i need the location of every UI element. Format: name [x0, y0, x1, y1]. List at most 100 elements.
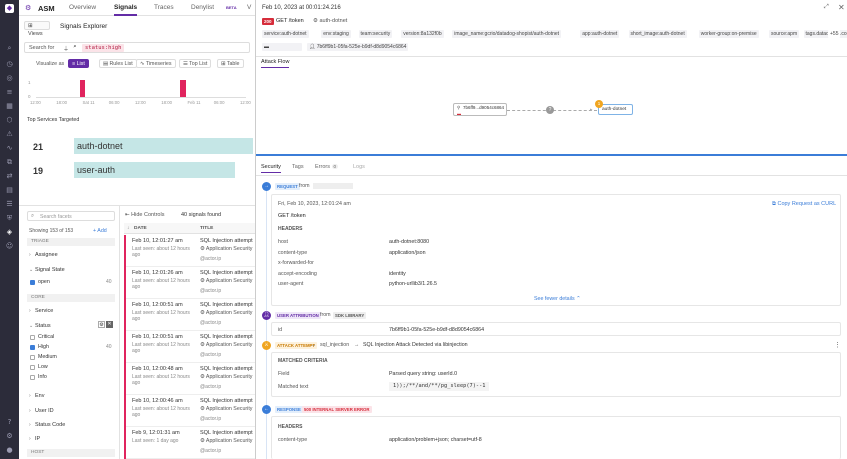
chevron-down-icon[interactable]: ⌄ — [29, 323, 33, 329]
facet-settings-icon[interactable]: ⚙ — [98, 321, 105, 328]
chevron-right-icon[interactable]: › — [29, 436, 31, 442]
tag-chip[interactable]: short_image:auth-dotnet — [628, 30, 687, 38]
filter-icon[interactable]: ⏚ — [63, 44, 69, 53]
tag-chip[interactable]: version:8a132f0b — [401, 30, 444, 38]
viz-toplist-button[interactable]: ☰ Top List — [179, 59, 212, 68]
close-icon[interactable]: ✕ — [838, 3, 845, 12]
facet-assignee[interactable]: Assignee — [35, 252, 58, 258]
copy-curl-button[interactable]: ⧉ Copy Request as CURL — [772, 201, 836, 208]
chevron-right-icon[interactable]: › — [29, 393, 31, 399]
service-badge[interactable]: ⚙ auth-dotnet — [313, 18, 347, 24]
col-date[interactable]: DATE — [134, 226, 147, 231]
tab-tags[interactable]: Tags — [292, 164, 304, 170]
hide-controls-button[interactable]: ⇤ Hide Controls — [125, 212, 164, 218]
panel-resize-handle[interactable] — [256, 154, 847, 156]
flow-node-attacker[interactable]: ⚲ 7b6ff9...d9054c6864 ▬ — [453, 103, 507, 116]
tab-denylist[interactable]: Denylist — [191, 4, 214, 11]
tab-security[interactable]: Security — [261, 164, 281, 173]
asm-icon[interactable]: ◈ — [5, 228, 14, 237]
ux-monitoring-icon[interactable]: ☺ — [5, 242, 14, 251]
team-icon[interactable]: ⚙ — [5, 432, 14, 441]
tab-attack-flow[interactable]: Attack Flow — [261, 59, 290, 68]
datadog-logo-icon[interactable]: ◆ — [5, 4, 14, 13]
flow-node-service[interactable]: auth-dotnet — [598, 104, 633, 115]
open-checkbox[interactable] — [30, 280, 35, 285]
chevron-right-icon[interactable]: › — [29, 252, 31, 258]
tab-overview[interactable]: Overview — [69, 4, 96, 11]
facet-status-code[interactable]: Status Code — [35, 422, 65, 428]
tag-chip[interactable]: image_name:gcrio/datadog-shopist/auth-do… — [452, 30, 562, 38]
see-fewer-button[interactable]: See fewer details ⌃ — [534, 296, 581, 302]
table-row[interactable]: Feb 9, 12:01:31 am Last seen: 1 day ago SQ… — [124, 427, 255, 459]
facet-service[interactable]: Service — [35, 308, 53, 314]
add-facet-button[interactable]: + Add — [93, 228, 107, 234]
monitors-icon[interactable]: ⚠ — [5, 130, 14, 139]
user-avatar-icon[interactable]: ● — [5, 446, 14, 455]
status-checkbox-critical[interactable] — [30, 335, 35, 340]
hist-bar[interactable] — [79, 80, 85, 97]
search-query-chip[interactable]: status:high — [82, 44, 125, 52]
tag-chip[interactable]: tags.datadoghq.com/service... — [803, 30, 847, 38]
facet-env[interactable]: Env — [35, 393, 44, 399]
tag-chip[interactable]: env:staging — [321, 30, 351, 38]
hist-bar[interactable] — [180, 80, 186, 97]
col-title[interactable]: TITLE — [200, 226, 213, 231]
service-bar-1[interactable]: auth-dotnet — [74, 138, 253, 154]
tab-errors[interactable]: Errors 0 — [315, 164, 339, 170]
trace-id-tag[interactable]: 👤︎ 7b6ff9b1-05fa-525e-b9df-d8d9054c6864 — [307, 43, 409, 51]
recent-icon[interactable]: ◷ — [5, 60, 14, 69]
table-row[interactable]: Feb 10, 12:01:27 am Last seen: about 12 h… — [124, 235, 255, 267]
tag-chip[interactable]: worker-group:on-premise — [698, 30, 759, 38]
flow-info-icon[interactable]: ? — [546, 106, 554, 114]
chevron-right-icon[interactable]: › — [29, 308, 31, 314]
dashboards-icon[interactable]: ▦ — [5, 102, 14, 111]
notebooks-icon[interactable]: ▤ — [5, 186, 14, 195]
facet-ip[interactable]: IP — [35, 436, 40, 442]
viz-list-button[interactable]: ≡ List — [68, 59, 89, 68]
status-checkbox-info[interactable] — [30, 375, 35, 380]
tag-chip[interactable]: app:auth-dotnet — [580, 30, 620, 38]
table-row[interactable]: Feb 10, 12:00:46 am Last seen: about 12 h… — [124, 395, 255, 427]
facet-search-input[interactable]: ⌕ Search facets — [27, 211, 115, 221]
metrics-icon[interactable]: ∿ — [5, 144, 14, 153]
flag-tag[interactable]: ▬ — [262, 43, 302, 51]
chevron-down-icon[interactable]: ⌄ — [29, 267, 33, 273]
viz-rules-list-button[interactable]: ▤ Rules List — [99, 59, 137, 68]
tab-traces[interactable]: Traces — [154, 4, 174, 11]
apm-icon[interactable]: ⇄ — [5, 172, 14, 181]
facet-status[interactable]: Status — [35, 323, 51, 329]
integrations-icon[interactable]: ⧉ — [5, 158, 14, 167]
security-icon[interactable]: ⛨ — [5, 214, 14, 223]
infrastructure-icon[interactable]: ⬡ — [5, 116, 14, 125]
chevron-right-icon[interactable]: › — [29, 408, 31, 414]
tab-more[interactable]: V — [247, 4, 251, 11]
chevron-right-icon[interactable]: › — [29, 422, 31, 428]
tags-more[interactable]: +55 — [828, 30, 841, 38]
search-icon[interactable]: ⌕ — [5, 44, 14, 53]
status-checkbox-low[interactable] — [30, 365, 35, 370]
more-options-icon[interactable]: ⋮ — [834, 341, 841, 349]
viz-timeseries-button[interactable]: ∿ Timeseries — [136, 59, 176, 68]
sort-icon[interactable]: ↓ — [127, 226, 129, 231]
table-row[interactable]: Feb 10, 12:00:51 am Last seen: about 12 h… — [124, 299, 255, 331]
table-row[interactable]: Feb 10, 12:00:48 am Last seen: about 12 h… — [124, 363, 255, 395]
watchdog-icon[interactable]: ◎ — [5, 74, 14, 83]
tag-chip[interactable]: source:apm — [769, 30, 800, 38]
table-row[interactable]: Feb 10, 12:01:26 am Last seen: about 12 h… — [124, 267, 255, 299]
events-icon[interactable]: ≡ — [5, 88, 14, 97]
table-row[interactable]: Feb 10, 12:00:51 am Last seen: about 12 h… — [124, 331, 255, 363]
search-bar[interactable]: Search for ⏚ ⌕ status:high — [24, 42, 250, 53]
attack-flow-canvas[interactable]: ⚲ 7b6ff9...d9054c6864 ▬ ? ▸ auth-dotnet … — [256, 70, 847, 153]
status-checkbox-high[interactable] — [30, 345, 35, 350]
service-bar-2[interactable]: user-auth — [74, 162, 235, 178]
facet-signal-state[interactable]: Signal State — [35, 267, 65, 273]
expand-icon[interactable]: ⤢ — [824, 4, 829, 11]
status-checkbox-medium[interactable] — [30, 355, 35, 360]
tab-signals[interactable]: Signals — [114, 4, 138, 16]
facet-user-id[interactable]: User ID — [35, 408, 54, 414]
logs-icon[interactable]: ☰ — [5, 200, 14, 209]
views-button[interactable]: ⊞ Views — [24, 21, 50, 37]
viz-table-button[interactable]: ⊞ Table — [217, 59, 244, 68]
tag-chip[interactable]: service:auth-dotnet — [262, 30, 309, 38]
tab-logs[interactable]: Logs — [353, 164, 365, 170]
